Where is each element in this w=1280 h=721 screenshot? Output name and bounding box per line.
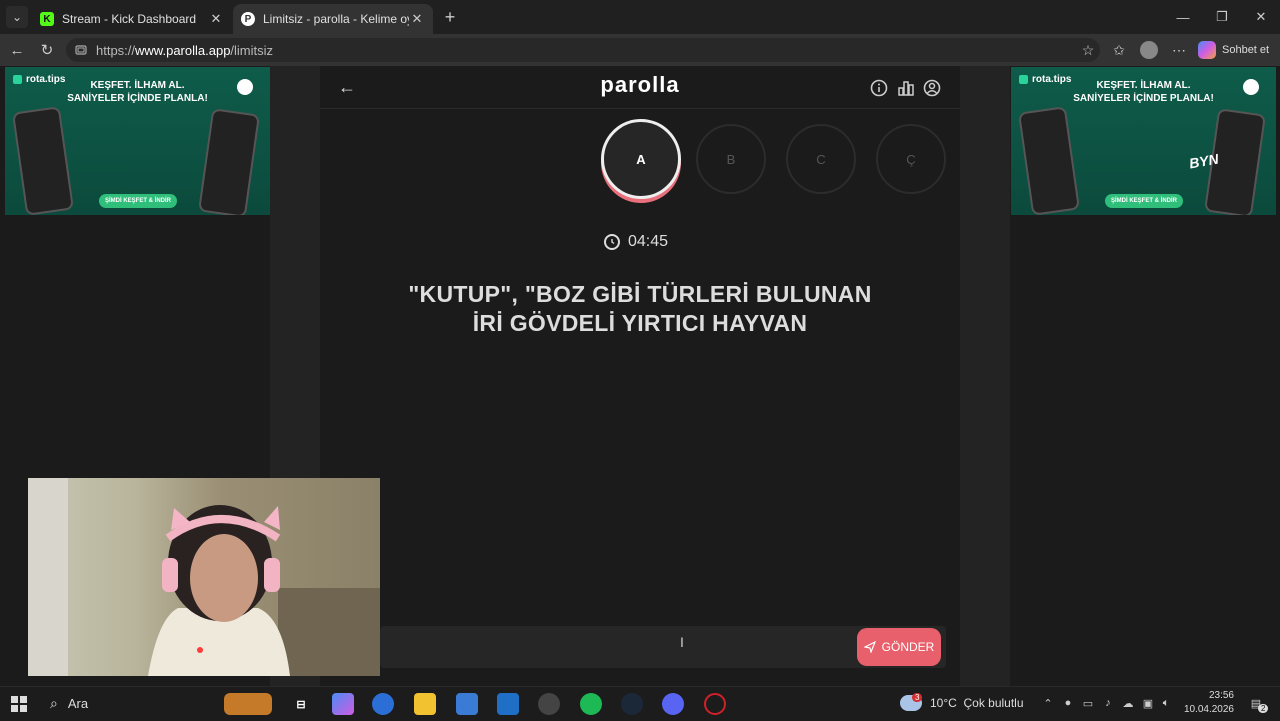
ad-banner-right[interactable]: rota.tips KEŞFET. İLHAM AL. SANİYELER İÇİ… — [1011, 67, 1276, 215]
close-window-button[interactable]: ✕ — [1242, 0, 1280, 34]
tab-title: Limitsiz - parolla - Kelime oyunu — [263, 12, 409, 26]
spotify-icon[interactable] — [580, 693, 602, 715]
close-icon[interactable]: ✕ — [208, 11, 224, 27]
opera-icon[interactable] — [704, 693, 726, 715]
phone-image — [11, 106, 75, 215]
network-icon[interactable]: ▣ — [1140, 695, 1156, 711]
app-back-button[interactable]: ← — [336, 76, 358, 98]
kick-icon: K — [40, 12, 54, 26]
webcam-image — [28, 478, 380, 676]
volume-icon[interactable]: 🔈︎ — [1158, 695, 1174, 711]
clock-date: 10.04.2026 — [1183, 704, 1234, 715]
tab-title: Stream - Kick Dashboard — [62, 12, 197, 26]
minimize-button[interactable]: — — [1164, 0, 1202, 34]
refresh-button[interactable]: ↻ — [36, 40, 58, 60]
search-label: Ara — [67, 695, 89, 711]
weather-text: 10°C Çok bulutlu — [930, 696, 1024, 710]
sohbet-button[interactable]: Sohbet et — [1198, 39, 1274, 61]
ad-banner-left[interactable]: rota.tips KEŞFET. İLHAM AL. SANİYELER İÇİ… — [5, 67, 270, 215]
task-view-icon[interactable]: ⊟ — [290, 693, 312, 715]
ad-headline: KEŞFET. İLHAM AL. SANİYELER İÇİNDE PLANLA… — [67, 80, 208, 104]
lock-icon — [74, 44, 88, 56]
tab-actions-menu[interactable]: ⌄ — [6, 6, 28, 28]
copilot-icon[interactable] — [332, 693, 354, 715]
ad-cta-button[interactable]: ŞİMDİ KEŞFET & İNDİR — [1105, 194, 1183, 208]
close-icon[interactable]: ✕ — [409, 11, 425, 27]
send-icon — [863, 641, 876, 653]
ad-badge-icon — [237, 79, 253, 95]
question-text: "KUTUP", "BOZ GİBİ TÜRLERİ BULUNAN İRİ G… — [360, 280, 920, 338]
app-icon[interactable] — [538, 693, 560, 715]
profile-avatar[interactable] — [1138, 40, 1160, 60]
microphone-icon[interactable]: ♪ — [1100, 695, 1116, 711]
search-icon: ⌕ — [50, 694, 58, 711]
file-explorer-icon[interactable] — [414, 693, 436, 715]
header-divider — [320, 108, 960, 109]
tray-chevron-icon[interactable]: ⌃ — [1040, 695, 1056, 711]
letter-circle: B — [696, 124, 766, 194]
phone-image — [197, 108, 261, 215]
send-button[interactable]: GÖNDER — [857, 628, 941, 666]
new-tab-button[interactable]: + — [440, 6, 460, 28]
store-icon[interactable] — [456, 693, 478, 715]
discord-icon[interactable] — [662, 693, 684, 715]
windows-start-icon[interactable] — [8, 693, 30, 715]
send-label: GÖNDER — [881, 640, 935, 654]
text-cursor-icon: I — [680, 634, 684, 650]
phone-image — [1017, 106, 1081, 215]
question-line-1: "KUTUP", "BOZ GİBİ TÜRLERİ BULUNAN — [408, 281, 872, 307]
letter-circle: Ç — [876, 124, 946, 194]
more-menu-icon[interactable]: ⋯ — [1168, 40, 1190, 60]
onedrive-icon[interactable]: ☁ — [1120, 695, 1136, 711]
sohbet-label: Sohbet et — [1222, 44, 1270, 56]
edge-icon[interactable] — [372, 693, 394, 715]
info-icon[interactable] — [869, 78, 889, 98]
clock-time: 23:56 — [1208, 690, 1234, 701]
ad-headline: KEŞFET. İLHAM AL. SANİYELER İÇİNDE PLANLA… — [1073, 80, 1214, 104]
url-host: www.parolla.app — [135, 42, 231, 58]
back-button[interactable]: ← — [6, 40, 28, 60]
timer-value: 04:45 — [628, 233, 669, 250]
letter-circle-active: A — [601, 119, 681, 199]
tab-kick[interactable]: K Stream - Kick Dashboard ✕ — [32, 4, 232, 34]
tab-parolla[interactable]: P Limitsiz - parolla - Kelime oyunu ✕ — [233, 4, 433, 34]
ad-cta-button[interactable]: ŞİMDİ KEŞFET & İNDİR — [99, 194, 177, 208]
ad-badge-icon — [1243, 79, 1259, 95]
question-line-2: İRİ GÖVDELİ YIRTICI HAYVAN — [472, 310, 808, 336]
search-highlight-icon — [224, 693, 272, 715]
favorite-star-icon[interactable]: ☆ — [1077, 40, 1099, 60]
clock-icon — [604, 234, 620, 250]
tray-app-icon[interactable]: ● — [1060, 695, 1076, 711]
system-clock[interactable]: 23:56 10.04.2026 — [1178, 689, 1234, 717]
user-icon[interactable] — [922, 78, 942, 98]
maximize-button[interactable]: ❐ — [1203, 0, 1241, 34]
taskbar-search[interactable]: ⌕ Ara — [44, 692, 174, 714]
parolla-icon: P — [241, 12, 255, 26]
parolla-logo: parolla — [600, 72, 680, 97]
copilot-icon — [1198, 41, 1216, 59]
timer: 04:45 — [604, 230, 684, 254]
battery-icon[interactable]: ▭ — [1080, 695, 1096, 711]
url-scheme: https:// — [96, 42, 136, 58]
right-gutter — [960, 66, 1010, 686]
steam-icon[interactable] — [621, 693, 643, 715]
webcam-overlay — [28, 478, 380, 676]
letter-circle: C — [786, 124, 856, 194]
mail-icon[interactable] — [497, 693, 519, 715]
favorites-icon[interactable]: ✩ — [1108, 40, 1130, 60]
url-path: /limitsiz — [230, 42, 274, 58]
stats-icon[interactable] — [896, 78, 916, 98]
url-field[interactable]: https://www.parolla.app/limitsiz — [66, 38, 1100, 62]
